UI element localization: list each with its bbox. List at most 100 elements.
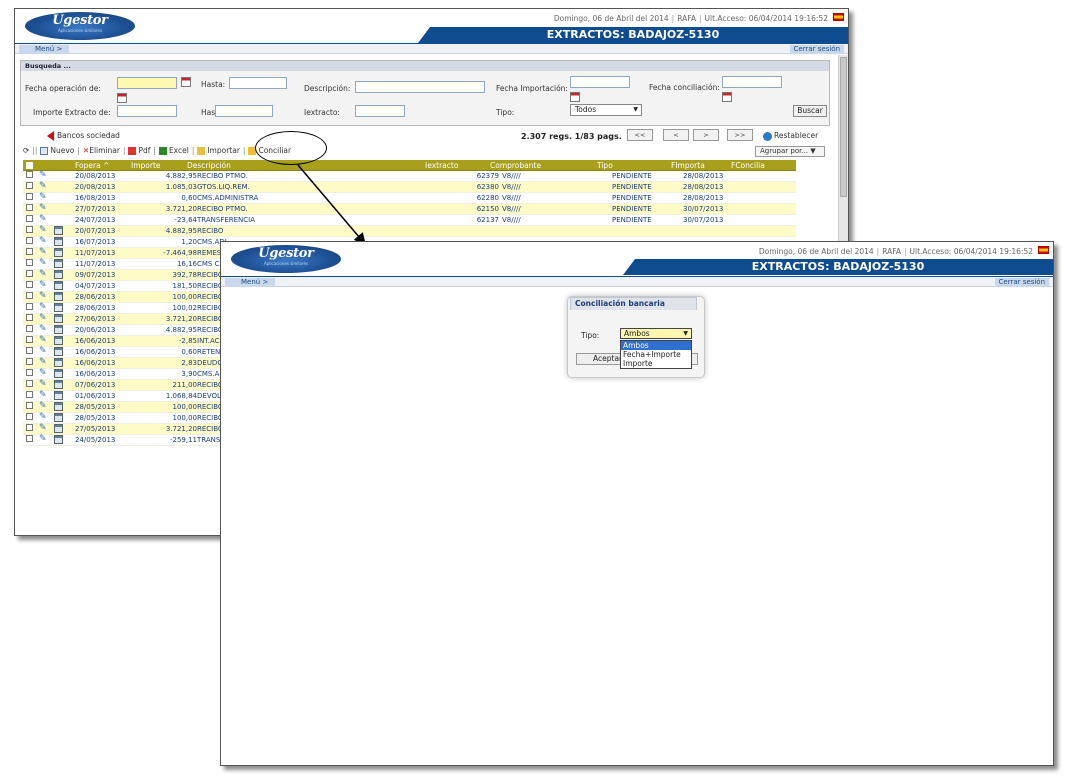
select-all-checkbox[interactable] bbox=[26, 162, 33, 169]
attachment-icon[interactable]: ✎ bbox=[39, 413, 48, 422]
table-row[interactable]: ✎ 27/07/2013 3.721,20 RECIBO PTMO. 62150 V8//… bbox=[23, 204, 796, 215]
col-comprobante[interactable]: Comprobante bbox=[490, 160, 541, 171]
document-icon[interactable] bbox=[54, 347, 63, 356]
col-fimporta[interactable]: FImporta bbox=[671, 160, 705, 171]
document-icon[interactable] bbox=[54, 402, 63, 411]
row-checkbox[interactable] bbox=[26, 325, 33, 332]
row-checkbox[interactable] bbox=[26, 303, 33, 310]
spain-flag-icon[interactable] bbox=[1038, 246, 1049, 254]
attachment-icon[interactable]: ✎ bbox=[39, 237, 48, 246]
document-icon[interactable] bbox=[54, 281, 63, 290]
attachment-icon[interactable]: ✎ bbox=[39, 402, 48, 411]
attachment-icon[interactable]: ✎ bbox=[39, 303, 48, 312]
row-checkbox[interactable] bbox=[26, 391, 33, 398]
attachment-icon[interactable]: ✎ bbox=[39, 336, 48, 345]
row-checkbox[interactable] bbox=[26, 270, 33, 277]
attachment-icon[interactable]: ✎ bbox=[39, 171, 48, 180]
row-checkbox[interactable] bbox=[26, 358, 33, 365]
fecha-operacion-from-input[interactable] bbox=[117, 77, 177, 89]
attachment-icon[interactable]: ✎ bbox=[39, 325, 48, 334]
row-checkbox[interactable] bbox=[26, 424, 33, 431]
first-page-button[interactable]: << bbox=[627, 129, 653, 141]
descripcion-input[interactable] bbox=[355, 81, 485, 93]
col-fconcilia[interactable]: FConcilia bbox=[731, 160, 765, 171]
row-checkbox[interactable] bbox=[26, 281, 33, 288]
logout-link[interactable]: Cerrar sesión bbox=[994, 278, 1049, 287]
attachment-icon[interactable]: ✎ bbox=[39, 215, 48, 224]
document-icon[interactable] bbox=[54, 413, 63, 422]
scrollbar-thumb[interactable] bbox=[840, 57, 847, 197]
row-checkbox[interactable] bbox=[26, 259, 33, 266]
attachment-icon[interactable]: ✎ bbox=[39, 270, 48, 279]
document-icon[interactable] bbox=[54, 259, 63, 268]
dialog-tipo-select[interactable]: Ambos ▼ bbox=[620, 328, 692, 339]
eliminar-button[interactable]: Eliminar bbox=[89, 146, 120, 155]
attachment-icon[interactable]: ✎ bbox=[39, 391, 48, 400]
table-row[interactable]: ✎ 20/07/2013 4.882,95 RECIBO bbox=[23, 226, 796, 237]
attachment-icon[interactable]: ✎ bbox=[39, 369, 48, 378]
document-icon[interactable] bbox=[54, 435, 63, 444]
buscar-button[interactable]: Buscar bbox=[793, 105, 827, 117]
document-icon[interactable] bbox=[54, 314, 63, 323]
document-icon[interactable] bbox=[54, 369, 63, 378]
row-checkbox[interactable] bbox=[26, 193, 33, 200]
iextracto-input[interactable] bbox=[355, 105, 405, 117]
fecha-conciliacion-input[interactable] bbox=[722, 76, 782, 88]
col-importe[interactable]: Importe bbox=[131, 160, 161, 171]
calendar-icon[interactable] bbox=[181, 77, 191, 87]
tipo-select[interactable]: Todos ▼ bbox=[570, 104, 642, 116]
document-icon[interactable] bbox=[54, 325, 63, 334]
excel-button[interactable]: Excel bbox=[169, 146, 189, 155]
table-row[interactable]: ✎ 24/07/2013 -23,64 TRANSFERENCIA 62137 V8///… bbox=[23, 215, 796, 226]
importe-to-input[interactable] bbox=[215, 105, 273, 117]
row-checkbox[interactable] bbox=[26, 182, 33, 189]
table-row[interactable]: ✎ 20/08/2013 4.882,95 RECIBO PTMO. 62379 V8//… bbox=[23, 171, 796, 182]
row-checkbox[interactable] bbox=[26, 435, 33, 442]
row-checkbox[interactable] bbox=[26, 369, 33, 376]
row-checkbox[interactable] bbox=[26, 237, 33, 244]
document-icon[interactable] bbox=[54, 380, 63, 389]
attachment-icon[interactable]: ✎ bbox=[39, 292, 48, 301]
fecha-operacion-to-input[interactable] bbox=[229, 77, 287, 89]
ugestor-logo[interactable]: Ugestor Aplicaciones similares bbox=[25, 12, 135, 40]
attachment-icon[interactable]: ✎ bbox=[39, 182, 48, 191]
document-icon[interactable] bbox=[54, 336, 63, 345]
table-row[interactable]: ✎ 16/08/2013 0,60 CMS.ADMINISTRA 62280 V8////… bbox=[23, 193, 796, 204]
col-iextracto[interactable]: Iextracto bbox=[425, 160, 458, 171]
bancos-sociedad-link[interactable]: Bancos sociedad bbox=[47, 131, 120, 141]
attachment-icon[interactable]: ✎ bbox=[39, 435, 48, 444]
calendar-icon[interactable] bbox=[722, 92, 732, 102]
menu-button[interactable]: Menú > bbox=[19, 45, 69, 54]
calendar-icon[interactable] bbox=[117, 93, 127, 103]
logout-link[interactable]: Cerrar sesión bbox=[789, 45, 844, 54]
attachment-icon[interactable]: ✎ bbox=[39, 226, 48, 235]
document-icon[interactable] bbox=[54, 292, 63, 301]
col-fopera[interactable]: Fopera ^ bbox=[75, 160, 109, 171]
row-checkbox[interactable] bbox=[26, 413, 33, 420]
pdf-button[interactable]: Pdf bbox=[138, 146, 150, 155]
fecha-importacion-input[interactable] bbox=[570, 76, 630, 88]
nuevo-button[interactable]: Nuevo bbox=[50, 146, 74, 155]
option-fecha-importe[interactable]: Fecha+Importe bbox=[621, 350, 691, 359]
document-icon[interactable] bbox=[54, 391, 63, 400]
row-checkbox[interactable] bbox=[26, 380, 33, 387]
ugestor-logo[interactable]: Ugestor Aplicaciones similares bbox=[231, 245, 341, 273]
document-icon[interactable] bbox=[54, 226, 63, 235]
attachment-icon[interactable]: ✎ bbox=[39, 193, 48, 202]
user-name[interactable]: RAFA bbox=[882, 247, 901, 256]
document-icon[interactable] bbox=[54, 237, 63, 246]
row-checkbox[interactable] bbox=[26, 402, 33, 409]
menu-button[interactable]: Menú > bbox=[225, 278, 275, 287]
row-checkbox[interactable] bbox=[26, 171, 33, 178]
row-checkbox[interactable] bbox=[26, 226, 33, 233]
spain-flag-icon[interactable] bbox=[833, 13, 844, 21]
attachment-icon[interactable]: ✎ bbox=[39, 204, 48, 213]
attachment-icon[interactable]: ✎ bbox=[39, 259, 48, 268]
document-icon[interactable] bbox=[54, 424, 63, 433]
attachment-icon[interactable]: ✎ bbox=[39, 248, 48, 257]
document-icon[interactable] bbox=[54, 248, 63, 257]
calendar-icon[interactable] bbox=[570, 92, 580, 102]
attachment-icon[interactable]: ✎ bbox=[39, 314, 48, 323]
importar-button[interactable]: Importar bbox=[207, 146, 240, 155]
col-tipo[interactable]: Tipo bbox=[597, 160, 613, 171]
